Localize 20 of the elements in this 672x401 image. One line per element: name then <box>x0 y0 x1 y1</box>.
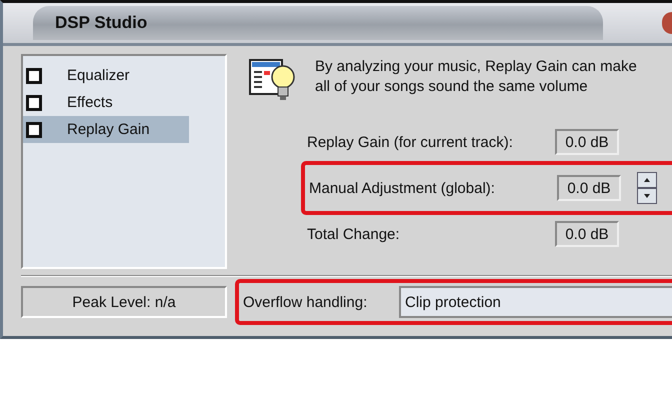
peak-level-text: Peak Level: n/a <box>21 286 227 318</box>
field-label: Total Change: <box>307 226 401 242</box>
value-field: 0.0 dB <box>555 221 619 247</box>
value-field[interactable]: 0.0 dB <box>557 175 621 201</box>
overflow-dropdown[interactable]: Clip protection <box>399 286 672 318</box>
field-label: Manual Adjustment (global): <box>309 180 496 196</box>
value-field: 0.0 dB <box>555 129 619 155</box>
module-item[interactable]: Replay Gain <box>23 116 189 143</box>
field-label: Replay Gain (for current track): <box>307 134 514 150</box>
spinner-arrows-icon[interactable] <box>637 172 657 204</box>
document-lightbulb-icon <box>249 57 297 103</box>
checkbox[interactable] <box>26 68 42 84</box>
module-item[interactable]: Effects <box>23 89 189 116</box>
checkbox[interactable] <box>26 122 42 138</box>
checkbox[interactable] <box>26 94 42 110</box>
window-title: DSP Studio <box>55 13 148 33</box>
field-label: Overflow handling: <box>243 294 368 310</box>
close-icon[interactable] <box>662 12 672 34</box>
description-text: By analyzing your music, Replay Gain can make all of your songs sound the same volume <box>315 57 638 97</box>
module-item[interactable]: Equalizer <box>23 62 189 89</box>
